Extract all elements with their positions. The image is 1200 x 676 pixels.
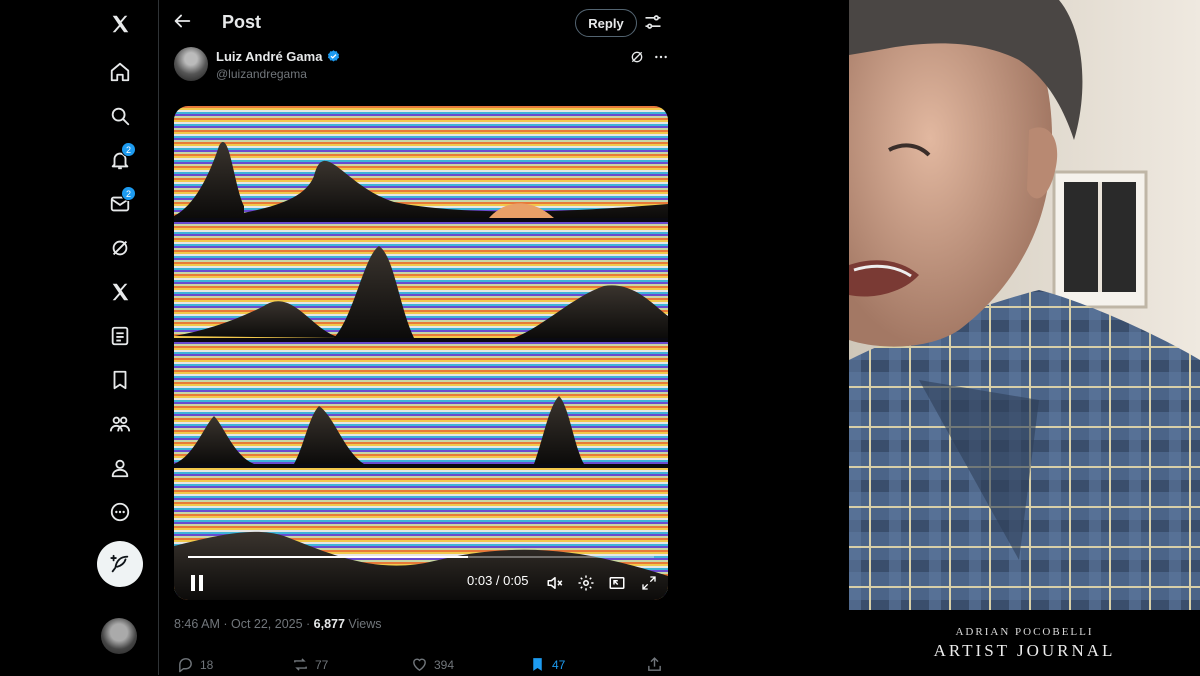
author-name-row[interactable]: Luiz André Gama	[216, 49, 341, 64]
page-title: Post	[222, 12, 262, 32]
video-time: 0:03 / 0:05	[467, 573, 529, 588]
search-icon[interactable]	[106, 102, 134, 130]
views-count: 6,877	[313, 617, 345, 631]
video-progress-fill	[188, 556, 468, 558]
like-count: 394	[434, 657, 455, 672]
views-label: Views	[344, 617, 382, 631]
sliders-icon[interactable]	[643, 12, 663, 32]
video-player[interactable]: 0:03 / 0:05	[174, 106, 668, 600]
picture-in-picture-button[interactable]	[606, 572, 628, 594]
repost-action[interactable]: 77	[292, 656, 328, 673]
reply-icon	[179, 658, 192, 673]
profile-icon[interactable]	[106, 454, 134, 482]
share-icon	[648, 657, 661, 671]
grok-icon[interactable]	[106, 234, 134, 262]
video-settings-button[interactable]	[575, 572, 597, 594]
more-options-icon[interactable]	[653, 49, 669, 65]
compose-post-button[interactable]	[97, 541, 143, 587]
bookmark-icon[interactable]	[106, 366, 134, 394]
repost-count: 77	[315, 657, 329, 672]
author-name[interactable]: Luiz André Gama	[216, 49, 322, 64]
x-logo-icon[interactable]	[106, 10, 134, 38]
reply-action[interactable]: 18	[177, 656, 213, 673]
overlay-artist-name: ADRIAN POCOBELLI	[955, 626, 1094, 638]
muted-speaker-icon	[547, 577, 563, 589]
video-progress-bar[interactable]	[188, 556, 654, 558]
fullscreen-button[interactable]	[638, 572, 660, 594]
grok-icon[interactable]	[629, 49, 645, 65]
messages-badge: 2	[121, 186, 136, 201]
post-actions: 18 77 394 47	[174, 656, 668, 676]
notifications-badge: 2	[121, 142, 136, 157]
verified-badge-icon	[328, 50, 340, 62]
repost-icon	[294, 658, 307, 671]
left-sidebar: 2 2	[0, 0, 158, 675]
mute-button[interactable]	[544, 572, 566, 594]
pause-icon	[191, 575, 203, 591]
presenter-webcam	[849, 0, 1200, 610]
lists-icon[interactable]	[106, 322, 134, 350]
account-avatar[interactable]	[101, 618, 137, 654]
reply-count: 18	[200, 657, 214, 672]
author-handle[interactable]: @luizandregama	[216, 67, 307, 81]
mail-icon[interactable]: 2	[106, 186, 136, 218]
bookmark-count: 47	[552, 657, 566, 672]
post-timestamp[interactable]: 8:46 AM · Oct 22, 2025 ·	[174, 617, 314, 631]
notifications-icon[interactable]: 2	[106, 142, 136, 174]
overlay-show-title: ARTIST JOURNAL	[933, 641, 1116, 660]
bookmark-action[interactable]: 47	[529, 656, 565, 673]
x-premium-icon[interactable]	[106, 278, 134, 306]
post-header: Post Reply	[159, 0, 684, 46]
feather-plus-icon	[110, 554, 129, 573]
post-metadata: 8:46 AM · Oct 22, 2025 · 6,877 Views	[174, 617, 382, 631]
back-arrow-icon[interactable]	[171, 10, 193, 32]
expand-icon	[642, 576, 656, 590]
heart-icon	[413, 658, 426, 672]
share-action[interactable]	[646, 656, 663, 673]
pip-icon	[609, 577, 625, 589]
like-action[interactable]: 394	[411, 656, 454, 673]
gear-icon	[578, 575, 594, 591]
webcam-panel: ADRIAN POCOBELLI ARTIST JOURNAL	[683, 0, 1200, 675]
more-icon[interactable]	[106, 498, 134, 526]
communities-icon[interactable]	[106, 410, 134, 438]
reply-button[interactable]: Reply	[575, 9, 637, 37]
author-avatar[interactable]	[174, 47, 208, 81]
video-frame	[174, 106, 668, 600]
post-column: Post Reply Luiz André Gama @luizandregam…	[158, 0, 685, 675]
bookmark-filled-icon	[533, 658, 542, 671]
home-icon[interactable]	[106, 58, 134, 86]
pause-button[interactable]	[186, 572, 208, 594]
